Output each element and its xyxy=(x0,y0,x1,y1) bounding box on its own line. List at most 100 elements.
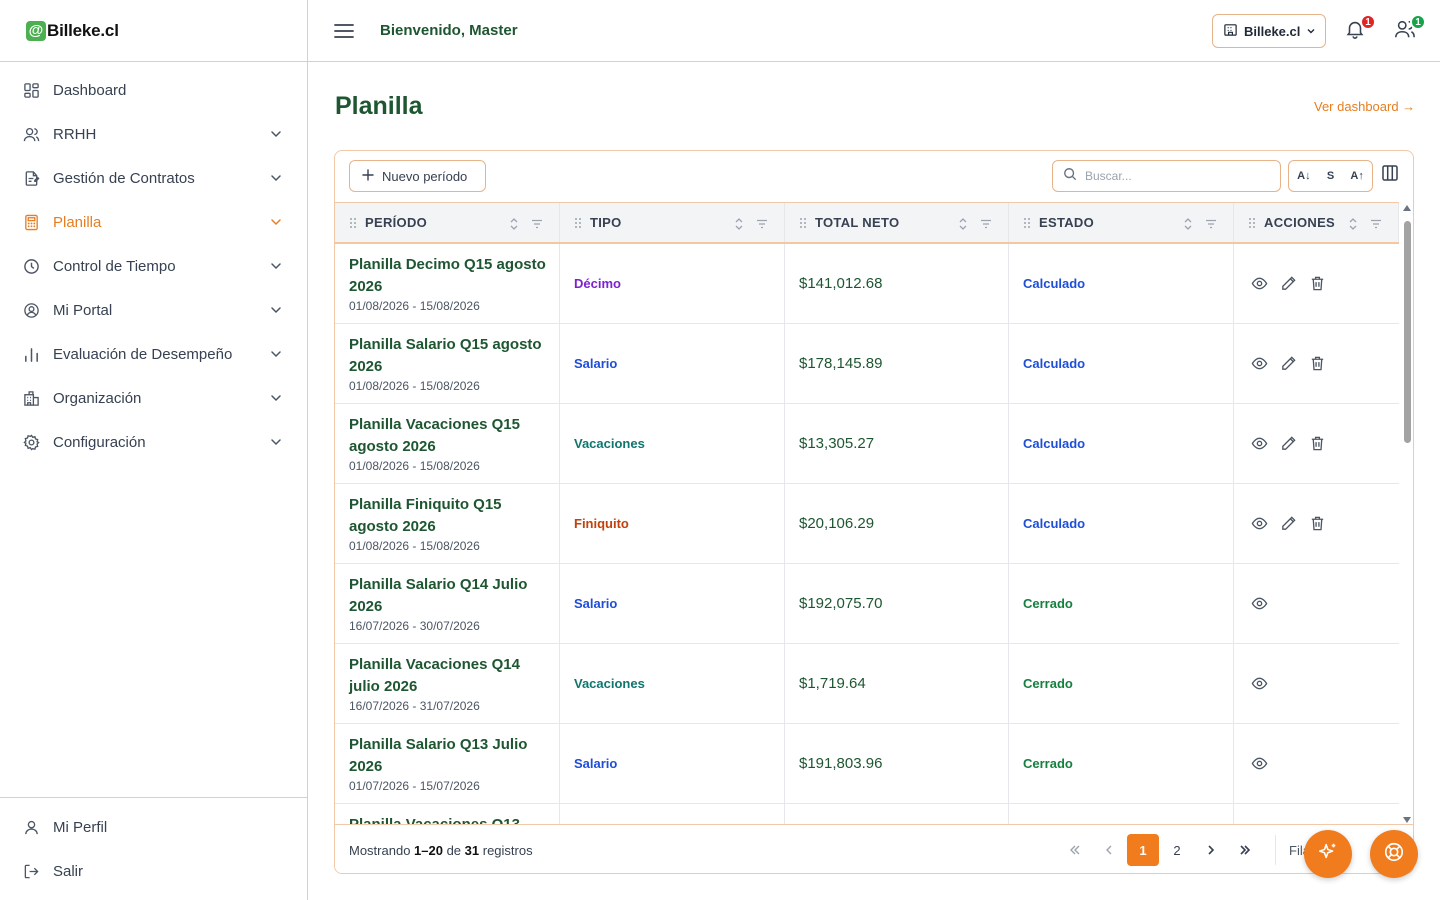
dashboard-link[interactable]: Ver dashboard → xyxy=(1314,99,1415,114)
edit-icon[interactable] xyxy=(1280,515,1297,532)
help-button[interactable] xyxy=(1370,830,1418,878)
table-row[interactable]: Planilla Vacaciones Q15 agosto 2026 01/08… xyxy=(335,404,1399,484)
delete-icon[interactable] xyxy=(1309,275,1326,292)
period-name[interactable]: Planilla Salario Q15 agosto 2026 xyxy=(349,334,559,378)
sort-icon[interactable] xyxy=(1183,217,1193,231)
column-header-2[interactable]: TOTAL NETO xyxy=(785,203,1009,242)
filter-icon[interactable] xyxy=(980,218,992,230)
last-page-button[interactable] xyxy=(1229,834,1261,866)
edit-icon[interactable] xyxy=(1280,355,1297,372)
sidebar-item-organizacion[interactable]: Organización xyxy=(0,376,307,420)
total-cell: $178,145.89 xyxy=(785,324,1009,403)
drag-handle-icon[interactable] xyxy=(1023,217,1031,229)
edit-icon[interactable] xyxy=(1280,275,1297,292)
columns-icon[interactable] xyxy=(1381,164,1399,182)
sidebar-item-evaluacion-de-desempeno[interactable]: Evaluación de Desempeño xyxy=(0,332,307,376)
view-icon[interactable] xyxy=(1251,355,1268,372)
users-badge: 1 xyxy=(1410,14,1426,30)
sidebar-item-rrhh[interactable]: RRHH xyxy=(0,112,307,156)
notifications-button[interactable]: 1 xyxy=(1344,14,1376,42)
delete-icon[interactable] xyxy=(1309,435,1326,452)
edit-icon[interactable] xyxy=(1280,435,1297,452)
sidebar-item-planilla[interactable]: Planilla xyxy=(0,200,307,244)
page-2-button[interactable]: 2 xyxy=(1161,834,1193,866)
view-icon[interactable] xyxy=(1251,755,1268,772)
chevron-down-icon xyxy=(269,127,283,141)
sidebar: @ Billeke.cl Dashboard RRHH Gestión de Con… xyxy=(0,0,308,900)
clock-icon xyxy=(22,257,40,275)
period-name[interactable]: Planilla Decimo Q15 agosto 2026 xyxy=(349,254,559,298)
sidebar-item-mi-portal[interactable]: Mi Portal xyxy=(0,288,307,332)
sidebar-item-dashboard[interactable]: Dashboard xyxy=(0,68,307,112)
sidebar-bottom-item-salir[interactable]: Salir xyxy=(0,849,307,893)
column-header-label: TOTAL NETO xyxy=(815,215,900,230)
column-header-3[interactable]: ESTADO xyxy=(1009,203,1234,242)
nav-item-label: Mi Portal xyxy=(53,301,113,319)
delete-icon[interactable] xyxy=(1309,355,1326,372)
estado-cell: Cerrado xyxy=(1009,724,1234,803)
column-header-0[interactable]: PERÍODO xyxy=(335,203,560,242)
density-standard-button[interactable]: S xyxy=(1327,170,1334,182)
view-icon[interactable] xyxy=(1251,435,1268,452)
table-row[interactable]: Planilla Salario Q13 Julio 2026 01/07/202… xyxy=(335,724,1399,804)
pagination: 1 2 xyxy=(1059,834,1263,866)
user-icon xyxy=(22,818,40,836)
status-badge: Cerrado xyxy=(1023,756,1073,771)
density-compact-button[interactable]: A↓ xyxy=(1297,170,1310,182)
drag-handle-icon[interactable] xyxy=(799,217,807,229)
tipo-label: Finiquito xyxy=(574,516,629,531)
period-name[interactable]: Planilla Salario Q14 Julio 2026 xyxy=(349,574,559,618)
drag-handle-icon[interactable] xyxy=(574,217,582,229)
scroll-thumb[interactable] xyxy=(1404,221,1411,443)
density-comfortable-button[interactable]: A↑ xyxy=(1350,170,1363,182)
period-name[interactable]: Planilla Finiquito Q15 agosto 2026 xyxy=(349,494,559,538)
logo[interactable]: @ Billeke.cl xyxy=(0,0,307,62)
view-icon[interactable] xyxy=(1251,675,1268,692)
users-button[interactable]: 1 xyxy=(1394,14,1426,42)
ai-assistant-button[interactable] xyxy=(1304,830,1352,878)
sidebar-item-gestion-de-contratos[interactable]: Gestión de Contratos xyxy=(0,156,307,200)
next-page-button[interactable] xyxy=(1195,834,1227,866)
sidebar-item-configuracion[interactable]: Configuración xyxy=(0,420,307,464)
menu-icon[interactable] xyxy=(334,23,354,39)
sort-icon[interactable] xyxy=(1348,217,1358,231)
period-name[interactable]: Planilla Salario Q13 Julio 2026 xyxy=(349,734,559,778)
table-row[interactable]: Planilla Finiquito Q15 agosto 2026 01/08/… xyxy=(335,484,1399,564)
sidebar-bottom-item-mi-perfil[interactable]: Mi Perfil xyxy=(0,805,307,849)
company-select[interactable]: Billeke.cl xyxy=(1212,14,1326,48)
filter-icon[interactable] xyxy=(1205,218,1217,230)
column-header-4[interactable]: ACCIONES xyxy=(1234,203,1399,242)
period-name[interactable]: Planilla Vacaciones Q13 julio 2026 xyxy=(349,814,559,824)
filter-icon[interactable] xyxy=(756,218,768,230)
drag-handle-icon[interactable] xyxy=(349,217,357,229)
filter-icon[interactable] xyxy=(1370,218,1382,230)
sort-icon[interactable] xyxy=(734,217,744,231)
page-1-button[interactable]: 1 xyxy=(1127,834,1159,866)
drag-handle-icon[interactable] xyxy=(1248,217,1256,229)
new-period-button[interactable]: Nuevo período xyxy=(349,160,486,192)
period-name[interactable]: Planilla Vacaciones Q15 agosto 2026 xyxy=(349,414,559,458)
total-amount: $178,145.89 xyxy=(799,355,883,372)
sidebar-item-control-de-tiempo[interactable]: Control de Tiempo xyxy=(0,244,307,288)
filter-icon[interactable] xyxy=(531,218,543,230)
table-row[interactable]: Planilla Vacaciones Q14 julio 2026 16/07/… xyxy=(335,644,1399,724)
view-icon[interactable] xyxy=(1251,595,1268,612)
view-icon[interactable] xyxy=(1251,515,1268,532)
prev-page-button[interactable] xyxy=(1093,834,1125,866)
table-row[interactable]: Planilla Salario Q15 agosto 2026 01/08/20… xyxy=(335,324,1399,404)
delete-icon[interactable] xyxy=(1309,515,1326,532)
period-name[interactable]: Planilla Vacaciones Q14 julio 2026 xyxy=(349,654,559,698)
table-row[interactable]: Planilla Decimo Q15 agosto 2026 01/08/202… xyxy=(335,244,1399,324)
table-scrollbar[interactable] xyxy=(1401,205,1413,823)
sort-icon[interactable] xyxy=(509,217,519,231)
first-page-button[interactable] xyxy=(1059,834,1091,866)
view-icon[interactable] xyxy=(1251,275,1268,292)
table-row[interactable]: Planilla Salario Q14 Julio 2026 16/07/202… xyxy=(335,564,1399,644)
search-input[interactable] xyxy=(1085,169,1255,183)
sort-icon[interactable] xyxy=(958,217,968,231)
search-box[interactable] xyxy=(1052,160,1281,192)
scroll-down-arrow[interactable] xyxy=(1403,817,1411,823)
scroll-up-arrow[interactable] xyxy=(1403,205,1411,211)
table-row[interactable]: Planilla Vacaciones Q13 julio 202601/07/… xyxy=(335,804,1399,824)
column-header-1[interactable]: TIPO xyxy=(560,203,785,242)
